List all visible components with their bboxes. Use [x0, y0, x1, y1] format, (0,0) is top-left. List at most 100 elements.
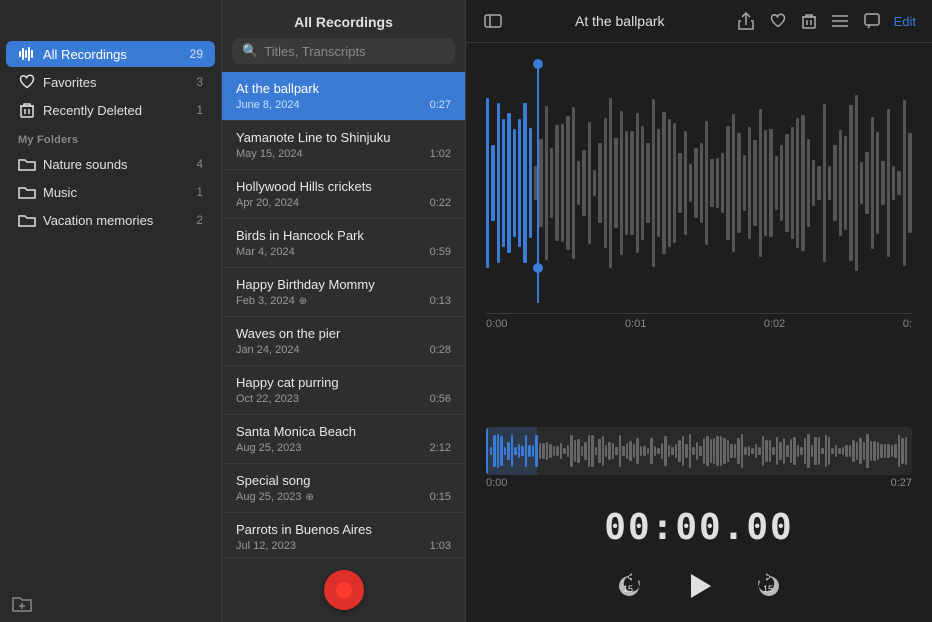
recording-duration: 0:56: [430, 393, 451, 405]
transcript-icon: ⊕: [305, 492, 313, 503]
waveform-main[interactable]: 0:00 0:01 0:02 0:: [466, 43, 932, 419]
recording-duration: 0:22: [430, 197, 451, 209]
mini-waveform-bar: [734, 444, 736, 457]
mini-waveform-bar: [640, 446, 642, 456]
recording-title: Waves on the pier: [236, 326, 451, 341]
waveform-bar: [673, 123, 676, 243]
mini-time-axis: 0:00 0:27: [486, 475, 912, 495]
recording-meta: Jul 12, 20231:03: [236, 540, 451, 552]
sidebar-item-favorites[interactable]: Favorites 3: [6, 69, 215, 95]
recording-item[interactable]: At the ballparkJune 8, 20240:27: [222, 72, 465, 121]
waveform-bar: [823, 104, 826, 263]
search-input[interactable]: [264, 44, 445, 59]
edit-button[interactable]: Edit: [894, 14, 916, 29]
play-button[interactable]: [679, 566, 719, 606]
recording-item[interactable]: Happy cat purringOct 22, 20230:56: [222, 366, 465, 415]
waveform-bar: [716, 158, 719, 208]
waveform-bar: [908, 133, 911, 233]
recording-item[interactable]: Santa Monica BeachAug 25, 20232:12: [222, 415, 465, 464]
toolbar-right: Edit: [736, 10, 916, 32]
waveform-bar: [630, 131, 633, 235]
recording-duration: 1:03: [430, 540, 451, 552]
mini-waveform-bar: [560, 443, 562, 460]
time-display: 00:00.00: [466, 499, 932, 558]
mini-waveform-bar: [831, 448, 833, 455]
toolbar-title: At the ballpark: [504, 13, 736, 29]
waveform-bar: [652, 99, 655, 267]
mini-waveform-bar: [706, 436, 708, 466]
recording-item[interactable]: Special songAug 25, 2023⊕0:15: [222, 464, 465, 513]
record-button[interactable]: [324, 570, 364, 610]
waveform-bar: [839, 130, 842, 236]
waveform-bar: [486, 98, 489, 267]
mini-waveform-bar: [678, 440, 680, 461]
recording-item[interactable]: Parrots in Buenos Aires Jul 12, 20231:03: [222, 513, 465, 557]
mini-waveform-bar: [790, 439, 792, 462]
mini-waveform-area[interactable]: 0:00 0:27: [466, 419, 932, 499]
waveform-bar: [764, 130, 767, 236]
new-folder-button[interactable]: [12, 594, 32, 612]
forward-15-button[interactable]: 15: [749, 566, 789, 606]
waveform-bar: [523, 103, 526, 264]
recording-meta: June 8, 20240:27: [236, 99, 451, 111]
sidebar-toggle-button[interactable]: [482, 12, 504, 30]
recording-title: Santa Monica Beach: [236, 424, 451, 439]
mini-waveform-bar: [622, 446, 624, 455]
recording-duration: 0:59: [430, 246, 451, 258]
recording-item[interactable]: Happy Birthday MommyFeb 3, 2024⊕0:13: [222, 268, 465, 317]
recording-title: Parrots in Buenos Aires: [236, 522, 451, 537]
mini-waveform-bar: [629, 441, 631, 461]
sidebar-favorites-label: Favorites: [43, 75, 192, 90]
waveform-bar: [620, 111, 623, 255]
recording-item[interactable]: Birds in Hancock ParkMar 4, 20240:59: [222, 219, 465, 268]
recording-item[interactable]: Yamanote Line to ShinjukuMay 15, 20241:0…: [222, 121, 465, 170]
list-view-button[interactable]: [830, 12, 850, 30]
waveform-bar: [881, 161, 884, 205]
mini-waveform-bar: [748, 446, 750, 455]
favorite-button[interactable]: [768, 11, 788, 31]
search-icon: 🔍: [242, 43, 258, 59]
recording-duration: 0:15: [430, 491, 451, 503]
recording-duration: 2:12: [430, 442, 451, 454]
mini-waveform-bar: [776, 437, 778, 465]
recording-date: Jan 24, 2024: [236, 344, 300, 356]
waveform-bar: [657, 129, 660, 238]
mini-waveform-bar: [842, 447, 844, 456]
recording-item[interactable]: Hollywood Hills cricketsApr 20, 20240:22: [222, 170, 465, 219]
waveform-bar: [566, 116, 569, 251]
recording-duration: 0:27: [430, 99, 451, 111]
waveform-bar: [737, 133, 740, 234]
chat-button[interactable]: [862, 11, 882, 31]
waveform-bar: [801, 115, 804, 250]
waveform-bar: [897, 171, 900, 195]
waveform-bar: [903, 100, 906, 266]
share-button[interactable]: [736, 10, 756, 32]
delete-button[interactable]: [800, 11, 818, 31]
svg-text:15: 15: [623, 584, 633, 594]
mini-waveform: [486, 427, 912, 475]
waveform-bar: [796, 118, 799, 249]
mini-waveform-bar: [807, 434, 809, 468]
mini-waveform-bar: [856, 442, 858, 460]
sidebar-item-music[interactable]: Music 1: [6, 179, 215, 205]
rewind-15-button[interactable]: 15: [609, 566, 649, 606]
search-bar[interactable]: 🔍: [232, 38, 455, 64]
recording-item[interactable]: Waves on the pierJan 24, 20240:28: [222, 317, 465, 366]
sidebar-item-recently-deleted[interactable]: Recently Deleted 1: [6, 97, 215, 123]
mini-waveform-bar: [605, 445, 607, 457]
sidebar-item-nature-sounds[interactable]: Nature sounds 4: [6, 151, 215, 177]
sidebar-item-vacation-memories[interactable]: Vacation memories 2: [6, 207, 215, 233]
mini-waveform-bar: [553, 446, 555, 455]
waveform-bar: [668, 119, 671, 248]
waveform-bar: [641, 126, 644, 239]
waveform-bar: [865, 152, 868, 213]
waveform-bar: [609, 98, 612, 269]
recording-title: Hollywood Hills crickets: [236, 179, 451, 194]
sidebar-item-all-recordings[interactable]: All Recordings 29: [6, 41, 215, 67]
time-0-01: 0:01: [625, 318, 646, 330]
sidebar-bottom: [0, 584, 221, 622]
nature-sounds-count: 4: [196, 157, 203, 171]
mini-waveform-bar: [783, 438, 785, 463]
waveform-bar: [545, 106, 548, 259]
mini-waveform-bar: [814, 437, 816, 464]
